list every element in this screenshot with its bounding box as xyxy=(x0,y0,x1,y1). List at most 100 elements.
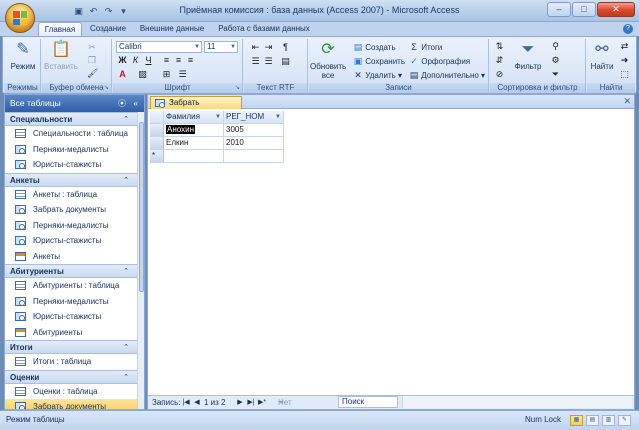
totals-button[interactable]: Σ Итоги xyxy=(409,41,442,53)
nav-item[interactable]: Итоги : таблица xyxy=(5,354,137,370)
font-color-button[interactable]: A xyxy=(117,69,128,80)
table-cell[interactable]: 3005 xyxy=(224,124,284,137)
nav-group-header[interactable]: Итоги ⌃ xyxy=(5,340,137,354)
clear-sort-icon[interactable]: ⊘ xyxy=(494,69,505,80)
nav-item[interactable]: Забрать документы xyxy=(5,399,137,409)
new-record-nav-icon[interactable]: ▶* xyxy=(258,396,266,409)
close-document-icon[interactable]: ✕ xyxy=(623,96,631,107)
collapse-chevron-icon[interactable]: ⌃ xyxy=(123,113,129,127)
document-tab[interactable]: Забрать документы xyxy=(150,96,242,119)
filter-button[interactable]: ⏷ Фильтр xyxy=(510,40,546,71)
nav-item[interactable]: Абитуриенты : таблица xyxy=(5,278,137,294)
tab-external-data[interactable]: Внешние данные xyxy=(136,22,208,36)
tab-database-tools[interactable]: Работа с базами данных xyxy=(214,22,314,36)
bold-button[interactable]: Ж xyxy=(117,55,128,66)
nav-item[interactable]: Абитуриенты xyxy=(5,325,137,341)
tab-create[interactable]: Создание xyxy=(86,22,130,36)
tab-home[interactable]: Главная xyxy=(38,22,82,36)
view-button[interactable]: ✎ Режим xyxy=(7,40,39,71)
office-button[interactable] xyxy=(5,3,35,33)
save-record-button[interactable]: ▣ Сохранить xyxy=(353,55,405,67)
table-cell[interactable]: Анохин xyxy=(164,124,224,137)
table-cell[interactable] xyxy=(164,150,224,163)
prev-record-icon[interactable]: ◀ xyxy=(193,396,201,409)
help-icon[interactable]: ? xyxy=(623,24,633,34)
select-all-corner[interactable] xyxy=(150,111,164,124)
collapse-chevron-icon[interactable]: ⌃ xyxy=(123,371,129,385)
pivottable-view-icon[interactable]: ▤ xyxy=(586,415,599,426)
align-left-button[interactable]: ≡ xyxy=(161,55,172,66)
search-input[interactable]: Поиск xyxy=(338,396,398,408)
gridlines-button[interactable]: ⊞ xyxy=(161,69,172,80)
replace-icon[interactable]: ⇄ xyxy=(619,41,630,52)
nav-item[interactable]: Перняки-медалисты xyxy=(5,294,137,310)
last-record-icon[interactable]: ▶| xyxy=(247,396,255,409)
nav-item[interactable]: Перняки-медалисты xyxy=(5,218,137,234)
horizontal-scrollbar[interactable] xyxy=(402,396,632,408)
paste-button[interactable]: 📋 Вставить xyxy=(44,40,78,71)
refresh-all-button[interactable]: ⟳ Обновить все xyxy=(310,40,346,80)
nav-item[interactable]: Юристы-стажисты xyxy=(5,309,137,325)
more-button[interactable]: ▤ Дополнительно ▾ xyxy=(409,69,485,81)
table-cell[interactable] xyxy=(224,150,284,163)
highlight-icon[interactable]: ▤ xyxy=(280,56,291,67)
nav-item[interactable]: Перняки-медалисты xyxy=(5,142,137,158)
find-button[interactable]: ⚯ Найти xyxy=(588,40,616,71)
table-cell[interactable]: 2010 xyxy=(224,137,284,150)
nav-scrollbar[interactable] xyxy=(137,112,144,409)
nav-group-header[interactable]: Абитуриенты ⌃ xyxy=(5,264,137,278)
nav-item[interactable]: Забрать документы xyxy=(5,202,137,218)
nav-item[interactable]: Анкеты xyxy=(5,249,137,265)
nav-group-header[interactable]: Оценки ⌃ xyxy=(5,369,137,385)
nav-item[interactable]: Специальности : таблица xyxy=(5,126,137,142)
cut-button[interactable]: ✂ xyxy=(87,41,97,53)
copy-button[interactable]: ❐ xyxy=(87,54,97,66)
collapse-chevron-icon[interactable]: ⌃ xyxy=(123,265,129,279)
nav-group-header[interactable]: Специальности ⌃ xyxy=(5,112,137,126)
nav-item[interactable]: Юристы-стажисты xyxy=(5,233,137,249)
close-button[interactable]: ✕ xyxy=(597,2,635,17)
new-record-marker[interactable]: * xyxy=(150,150,164,163)
nav-pane-header[interactable]: Все таблицы ⦿ « xyxy=(5,95,144,112)
numbering-icon[interactable]: ☰ xyxy=(263,56,274,67)
font-launcher-icon[interactable]: ↘ xyxy=(234,85,241,92)
align-right-button[interactable]: ≡ xyxy=(185,55,196,66)
align-center-button[interactable]: ≡ xyxy=(173,55,184,66)
increase-indent-icon[interactable]: ⇥ xyxy=(263,42,274,53)
font-size-select[interactable]: 11 ▼ xyxy=(204,41,238,53)
italic-button[interactable]: К xyxy=(130,55,141,66)
collapse-chevron-icon[interactable]: ⌃ xyxy=(123,341,129,355)
record-selector[interactable] xyxy=(150,124,164,137)
column-dropdown-icon[interactable]: ▼ xyxy=(275,111,281,123)
select-icon[interactable]: ⬚ xyxy=(619,69,630,80)
design-view-icon[interactable]: ✎ xyxy=(618,415,631,426)
font-name-select[interactable]: Calibri ▼ xyxy=(116,41,202,53)
nav-item[interactable]: Юристы-стажисты xyxy=(5,157,137,173)
bullets-icon[interactable]: ☰ xyxy=(250,56,261,67)
nav-item[interactable]: Анкеты : таблица xyxy=(5,187,137,203)
nav-menu-icon[interactable]: ⦿ xyxy=(118,95,126,112)
fill-color-button[interactable]: ▨ xyxy=(137,69,148,80)
new-record-button[interactable]: ▤ Создать xyxy=(353,41,396,53)
column-header[interactable]: РЕГ_НОМ ▼ xyxy=(224,111,284,124)
nav-group-header[interactable]: Анкеты ⌃ xyxy=(5,172,137,187)
sort-ascending-icon[interactable]: ⇅ xyxy=(494,41,505,52)
minimize-button[interactable]: – xyxy=(547,2,571,17)
delete-record-button[interactable]: ✕ Удалить ▾ xyxy=(353,69,402,81)
advanced-filter-icon[interactable]: ⚙ xyxy=(550,55,561,66)
sort-descending-icon[interactable]: ⇵ xyxy=(494,55,505,66)
next-record-icon[interactable]: ▶ xyxy=(236,396,244,409)
table-cell[interactable]: Елкин xyxy=(164,137,224,150)
toggle-filter-icon[interactable]: ⏷ xyxy=(550,69,561,80)
shutter-bar-icon[interactable]: « xyxy=(134,95,138,112)
spelling-button[interactable]: ✓ Орфография xyxy=(409,55,470,67)
first-record-icon[interactable]: |◀ xyxy=(182,396,190,409)
scroll-thumb[interactable] xyxy=(139,122,144,292)
clipboard-launcher-icon[interactable]: ↘ xyxy=(103,85,110,92)
record-position[interactable]: 1 из 2 xyxy=(204,396,225,409)
rtl-icon[interactable]: ¶ xyxy=(280,42,291,53)
maximize-button[interactable]: □ xyxy=(572,2,596,17)
format-painter-button[interactable]: 🖌 xyxy=(87,67,98,79)
column-dropdown-icon[interactable]: ▼ xyxy=(215,111,221,123)
datasheet-view-icon[interactable]: ▦ xyxy=(570,415,583,426)
